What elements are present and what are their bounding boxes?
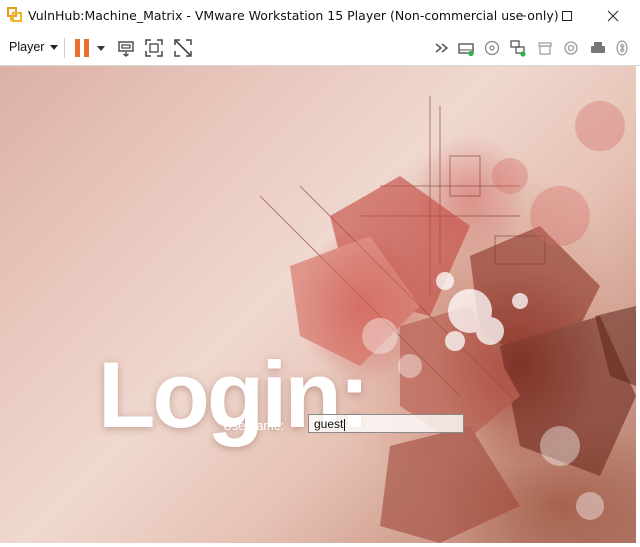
chevron-down-icon xyxy=(50,44,59,50)
minimize-icon xyxy=(516,15,526,16)
send-ctrl-alt-del-button[interactable] xyxy=(116,38,136,58)
bluetooth-icon xyxy=(616,40,628,56)
username-input[interactable]: guest xyxy=(308,414,464,433)
more-devices-icon xyxy=(435,43,449,53)
player-menu-label: Player xyxy=(9,40,45,54)
close-icon xyxy=(607,10,619,21)
window-border-right xyxy=(636,66,640,543)
cd-dvd-icon xyxy=(484,40,500,56)
title-bar: VulnHub:Machine_Matrix - VMware Workstat… xyxy=(0,0,640,31)
decorative-artwork xyxy=(0,66,636,543)
unity-button[interactable] xyxy=(173,38,193,58)
maximize-button[interactable] xyxy=(544,0,590,31)
username-value: guest xyxy=(314,417,344,431)
network-adapter-button[interactable] xyxy=(508,38,528,58)
minimize-button[interactable] xyxy=(498,0,544,31)
toolbar: Player xyxy=(0,31,640,66)
sound-button[interactable] xyxy=(561,38,581,58)
window-border-bottom xyxy=(0,543,640,547)
vm-display[interactable]: Login: Username: guest xyxy=(0,66,636,543)
text-cursor xyxy=(344,418,346,431)
cd-dvd-button[interactable] xyxy=(482,38,502,58)
bluetooth-button[interactable] xyxy=(612,38,632,58)
pause-icon xyxy=(75,39,80,57)
vmware-app-icon[interactable] xyxy=(7,7,23,23)
close-button[interactable] xyxy=(590,0,636,31)
window-title: VulnHub:Machine_Matrix - VMware Workstat… xyxy=(28,8,559,23)
toolbar-divider xyxy=(64,38,65,58)
sound-icon xyxy=(564,41,578,55)
player-menu-button[interactable]: Player xyxy=(9,40,59,54)
power-options-dropdown[interactable] xyxy=(97,46,105,51)
printer-button[interactable] xyxy=(588,38,608,58)
printer-queue-icon xyxy=(538,42,552,55)
printer-icon xyxy=(591,42,605,53)
maximize-icon xyxy=(562,10,572,21)
network-adapter-icon xyxy=(510,40,526,57)
printer-queue-button[interactable] xyxy=(535,38,555,58)
fullscreen-button[interactable] xyxy=(144,38,164,58)
unity-icon xyxy=(174,39,192,57)
pause-button[interactable] xyxy=(75,39,91,57)
fullscreen-icon xyxy=(145,39,163,57)
hard-disk-button[interactable] xyxy=(456,38,476,58)
more-devices-button[interactable] xyxy=(432,38,452,58)
send-ctrl-alt-del-icon xyxy=(118,41,134,57)
hard-disk-icon xyxy=(458,43,474,57)
username-label: Username: xyxy=(223,419,285,433)
